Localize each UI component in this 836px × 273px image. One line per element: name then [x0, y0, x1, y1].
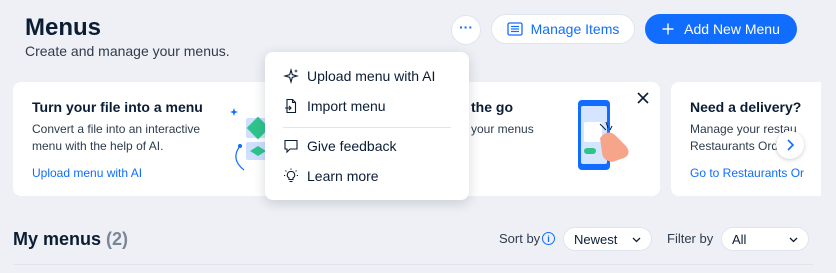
carousel-next-button[interactable] [776, 131, 804, 159]
menu-item-label: Import menu [307, 98, 386, 114]
menu-item-feedback[interactable]: Give feedback [283, 135, 397, 157]
divider [13, 264, 813, 265]
filter-value: All [732, 231, 747, 247]
page-subtitle: Create and manage your menus. [25, 43, 230, 59]
chevron-down-icon [632, 237, 641, 243]
menu-item-upload-ai[interactable]: Upload menu with AI [283, 65, 435, 87]
card-title: the go [471, 99, 513, 115]
manage-items-button[interactable]: Manage Items [491, 14, 635, 44]
card-text-line: Restaurants Ord [690, 139, 779, 153]
manage-items-label: Manage Items [530, 21, 620, 37]
card-title: Turn your file into a menu [32, 99, 203, 115]
restaurants-orders-link[interactable]: Go to Restaurants Or [690, 166, 804, 180]
more-actions-dropdown: Upload menu with AI Import menu Give fee… [265, 52, 469, 200]
menu-divider [283, 127, 451, 128]
menu-item-import[interactable]: Import menu [283, 95, 386, 117]
menu-item-label: Give feedback [307, 138, 397, 154]
more-actions-button[interactable]: ··· [451, 15, 481, 45]
close-icon[interactable] [634, 89, 652, 107]
upload-menu-ai-link[interactable]: Upload menu with AI [32, 166, 142, 180]
section-title-label: My menus [13, 229, 102, 249]
add-new-menu-label: Add New Menu [684, 21, 780, 37]
menus-count: (2) [106, 229, 129, 249]
sort-select[interactable]: Newest [563, 227, 652, 251]
file-import-icon [285, 98, 297, 114]
sparkle-icon [283, 68, 299, 84]
sort-value: Newest [574, 231, 618, 247]
section-title: My menus (2) [13, 229, 128, 250]
filter-label: Filter by [667, 231, 714, 246]
card-text-line: menu with the help of AI. [32, 139, 164, 153]
list-icon [506, 22, 523, 36]
menu-item-label: Learn more [307, 168, 379, 184]
menu-item-label: Upload menu with AI [307, 68, 436, 84]
card-text-line: Convert a file into an interactive [32, 122, 201, 136]
page-title: Menus [25, 14, 102, 41]
plus-icon [662, 23, 674, 35]
card-title: Need a delivery? [690, 99, 802, 115]
chat-bubble-icon [284, 139, 298, 154]
ellipsis-icon: ··· [459, 19, 473, 35]
phone-tap-illustration [578, 100, 629, 170]
add-new-menu-button[interactable]: Add New Menu [645, 14, 797, 44]
filter-select[interactable]: All [721, 227, 809, 251]
chevron-down-icon [789, 237, 798, 243]
chevron-right-icon [787, 139, 795, 151]
card-text-line: your menus [471, 122, 534, 136]
lightbulb-icon [284, 168, 298, 183]
menu-item-learn-more[interactable]: Learn more [283, 165, 379, 187]
info-icon[interactable]: i [542, 232, 555, 245]
sort-label: Sort by [499, 231, 541, 246]
